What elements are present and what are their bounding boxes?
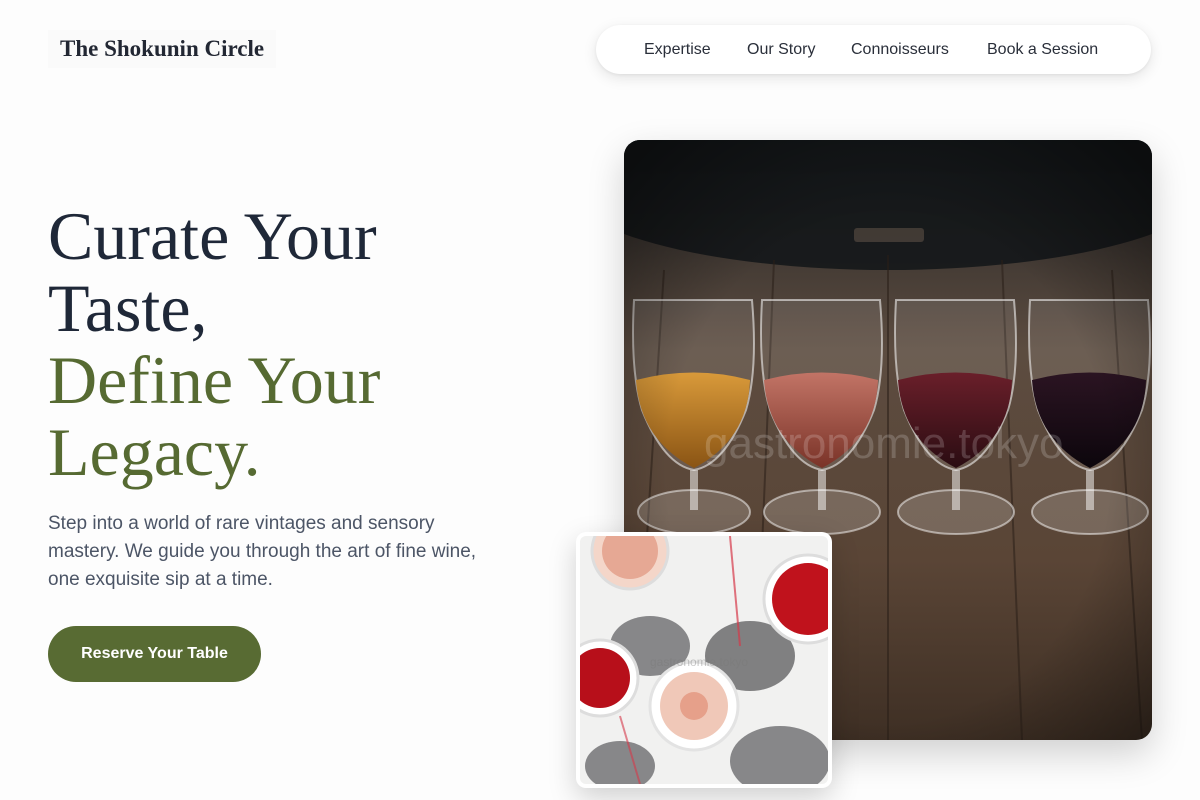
wine-glasses-topview-photo: gastronomie.tokyo [576, 532, 832, 788]
small-watermark: gastronomie.tokyo [650, 655, 748, 669]
hero-lead: Step into a world of rare vintages and s… [48, 513, 477, 590]
headline-line-1: Curate Your [48, 198, 377, 274]
nav-link-connoisseurs[interactable]: Connoisseurs [851, 25, 949, 74]
reserve-table-button[interactable]: Reserve Your Table [48, 626, 261, 682]
hero-headline: Curate Your Taste, Define Your Legacy. [48, 200, 380, 488]
main-nav: Expertise Our Story Connoisseurs Book a … [596, 25, 1151, 74]
nav-link-expertise[interactable]: Expertise [644, 25, 711, 74]
nav-link-book-a-session[interactable]: Book a Session [987, 25, 1098, 74]
headline-line-4: Legacy. [48, 414, 261, 490]
headline-line-2: Taste, [48, 270, 208, 346]
headline-line-3: Define Your [48, 342, 381, 418]
nav-link-our-story[interactable]: Our Story [747, 25, 815, 74]
site-logo[interactable]: The Shokunin Circle [48, 30, 277, 68]
main-watermark: gastronomie.tokyo [704, 419, 1064, 468]
